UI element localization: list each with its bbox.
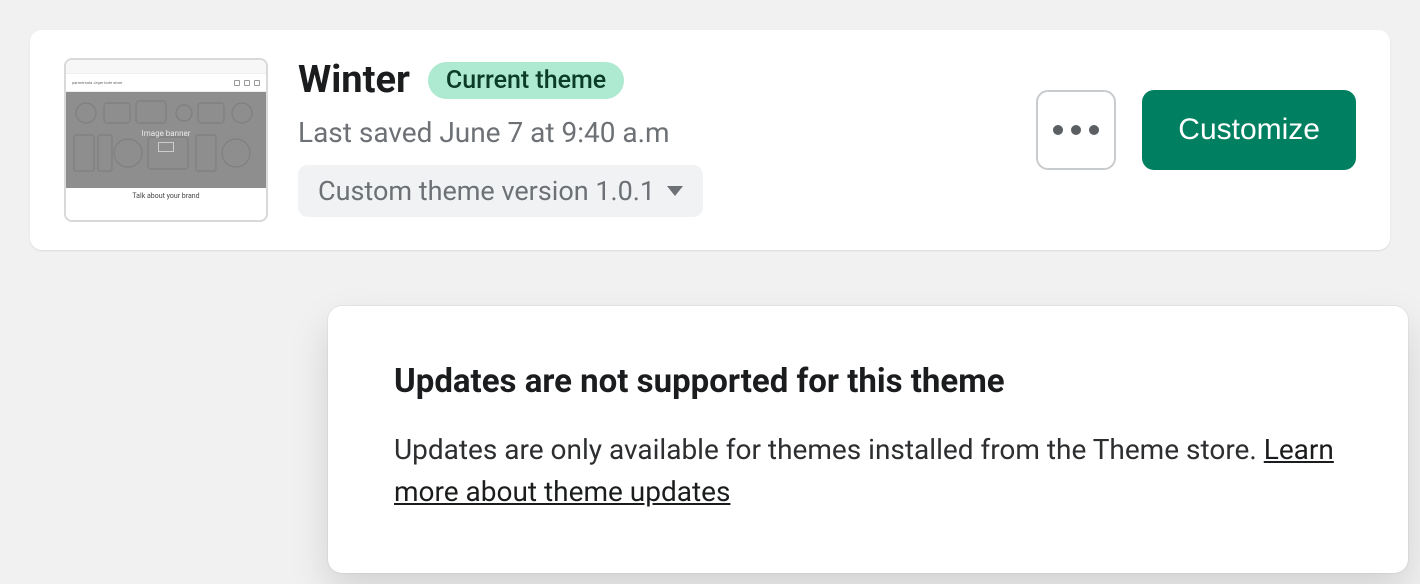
dots-icon (1071, 125, 1081, 135)
theme-info: Winter Current theme Last saved June 7 a… (298, 58, 1006, 217)
version-popover: Updates are not supported for this theme… (328, 306, 1408, 573)
thumbnail-brand-text: parmersola Jeger bote store (72, 80, 122, 85)
popover-body: Updates are only available for themes in… (394, 429, 1342, 513)
last-saved-text: Last saved June 7 at 9:40 a.m (298, 116, 1006, 149)
dots-icon (1053, 125, 1063, 135)
thumbnail-caption: Talk about your brand (66, 188, 266, 220)
theme-card: parmersola Jeger bote store (30, 30, 1390, 250)
popover-body-text: Updates are only available for themes in… (394, 433, 1264, 466)
theme-actions: Customize (1036, 90, 1356, 170)
thumbnail-header-icon (244, 80, 250, 86)
caret-down-icon (667, 186, 683, 196)
thumbnail-header: parmersola Jeger bote store (66, 74, 266, 92)
popover-title: Updates are not supported for this theme (394, 362, 1342, 401)
thumbnail-hero: Image banner (66, 92, 266, 188)
theme-version-dropdown[interactable]: Custom theme version 1.0.1 (298, 165, 703, 217)
thumbnail-hero-button (158, 142, 173, 152)
dots-icon (1089, 125, 1099, 135)
theme-version-label: Custom theme version 1.0.1 (318, 175, 655, 207)
theme-title: Winter (298, 58, 410, 102)
more-actions-button[interactable] (1036, 90, 1116, 170)
thumbnail-caption-sub (66, 202, 266, 206)
thumbnail-caption-title: Talk about your brand (66, 192, 266, 200)
thumbnail-header-icon (254, 80, 260, 86)
current-theme-badge: Current theme (428, 62, 624, 99)
customize-button[interactable]: Customize (1142, 90, 1356, 170)
thumbnail-topbar (66, 60, 266, 74)
theme-thumbnail: parmersola Jeger bote store (64, 58, 268, 222)
thumbnail-hero-label: Image banner (142, 129, 191, 138)
thumbnail-header-icon (234, 80, 240, 86)
